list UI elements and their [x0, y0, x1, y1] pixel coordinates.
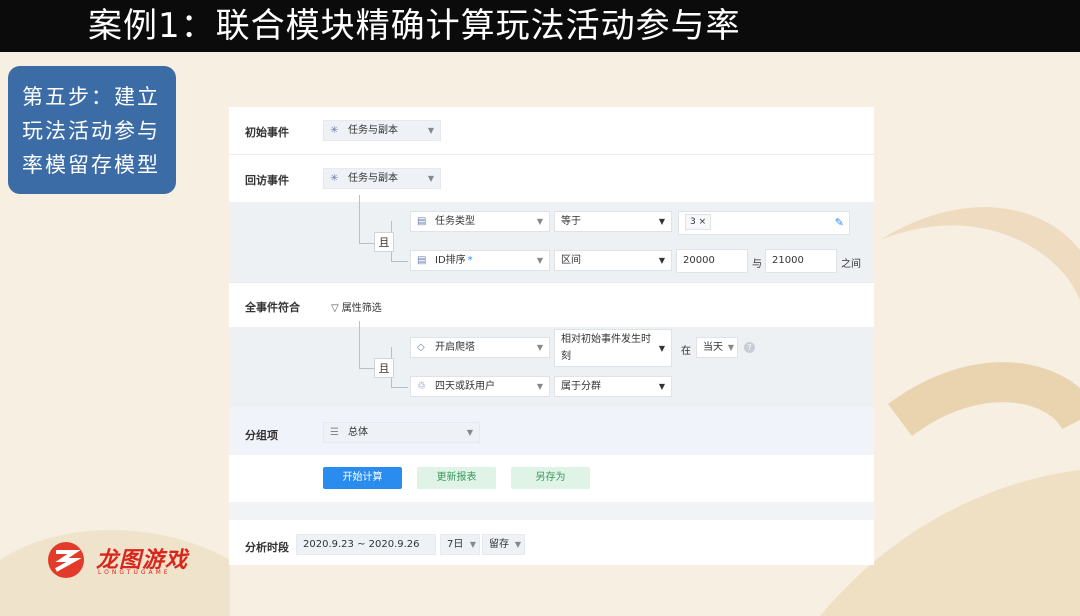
return-event-select[interactable]: ✳ 任务与副本 ▼: [323, 168, 441, 189]
divider: [229, 154, 874, 155]
property-icon: ▤: [417, 255, 427, 266]
window-value: 7日: [447, 539, 464, 550]
range-and-text: 与: [752, 259, 762, 270]
time-relation-select[interactable]: 相对初始事件发生时 刻 ▼: [554, 329, 672, 367]
date-range-picker[interactable]: 2020.9.23 ~ 2020.9.26: [296, 534, 436, 555]
range-to-value: 21000: [772, 255, 804, 266]
range-from-value: 20000: [683, 255, 715, 266]
chevron-down-icon: ▼: [536, 256, 543, 265]
click-icon: ✳: [330, 173, 339, 184]
separator-band: [229, 502, 874, 520]
condition-operator-value: 区间: [561, 255, 581, 266]
condition-field-value: 开启爬塔: [435, 342, 475, 353]
chevron-down-icon: ▼: [536, 217, 543, 226]
chevron-down-icon: ▼: [658, 382, 665, 391]
condition-field-value: 任务类型: [435, 216, 475, 227]
condition-operator-value: 等于: [561, 216, 581, 227]
company-logo: 龙图游戏 LONGTUGAME: [44, 540, 219, 580]
time-relation-line: 刻: [561, 351, 571, 362]
logic-and-toggle[interactable]: 且: [374, 358, 394, 378]
group-select[interactable]: ☰ 总体 ▼: [323, 422, 480, 443]
range-from-input[interactable]: 20000: [676, 249, 748, 273]
condition-field-select[interactable]: ♲ 四天或跃用户 ▼: [410, 376, 550, 397]
chevron-down-icon: ▼: [658, 256, 665, 265]
chevron-down-icon: ▼: [469, 540, 476, 549]
group-value: 总体: [348, 427, 368, 438]
help-icon[interactable]: ?: [744, 342, 755, 353]
condition-operator-select[interactable]: 属于分群 ▼: [554, 376, 672, 397]
at-text: 在: [681, 346, 691, 357]
property-filter-button[interactable]: ▽ 属性筛选: [331, 299, 382, 314]
date-range-value: 2020.9.23 ~ 2020.9.26: [303, 539, 420, 550]
type-value: 留存: [489, 539, 509, 550]
step-line: 率模留存模型: [22, 153, 160, 177]
step-line: 玩法活动参与: [22, 119, 160, 143]
tag-icon: ◇: [417, 342, 425, 353]
logic-and-toggle[interactable]: 且: [374, 232, 394, 252]
list-icon: ☰: [330, 427, 339, 438]
chevron-down-icon: ▼: [427, 126, 434, 135]
group-label: 分组项: [245, 429, 278, 442]
chevron-down-icon: ▼: [514, 540, 521, 549]
divider: [229, 282, 874, 283]
step-line: 第五步：建立: [22, 85, 160, 109]
return-event-value: 任务与副本: [348, 173, 398, 184]
condition-field-value: ID排序: [435, 255, 466, 266]
edit-icon[interactable]: ✎: [835, 213, 844, 232]
filter-icon: ▽: [331, 303, 339, 314]
save-as-button[interactable]: 另存为: [511, 467, 590, 489]
condition-field-select[interactable]: ◇ 开启爬塔 ▼: [410, 337, 550, 358]
time-window-value: 当天: [703, 342, 723, 353]
click-icon: ✳: [330, 125, 339, 136]
condition-operator-value: 属于分群: [561, 381, 601, 392]
range-suffix-text: 之间: [841, 259, 861, 270]
initial-event-value: 任务与副本: [348, 125, 398, 136]
condition-field-select[interactable]: ▤ 任务类型 ▼: [410, 211, 550, 232]
initial-event-label: 初始事件: [245, 126, 289, 139]
logo-mark-icon: [48, 542, 84, 578]
step-callout: 第五步：建立 玩法活动参与 率模留存模型: [8, 66, 176, 194]
initial-event-select[interactable]: ✳ 任务与副本 ▼: [323, 120, 441, 141]
chevron-down-icon: ▼: [466, 428, 473, 437]
window-select[interactable]: 7日 ▼: [440, 534, 480, 555]
all-events-label: 全事件符合: [245, 301, 300, 314]
chevron-down-icon: ▼: [727, 343, 734, 352]
start-calculation-button[interactable]: 开始计算: [323, 467, 402, 489]
chevron-down-icon: ▼: [658, 217, 665, 226]
period-label: 分析时段: [245, 541, 289, 554]
return-event-label: 回访事件: [245, 174, 289, 187]
chevron-down-icon: ▼: [427, 174, 434, 183]
required-mark: *: [467, 255, 473, 266]
range-to-input[interactable]: 21000: [765, 249, 837, 273]
condition-value-tags[interactable]: 3 × ✎: [678, 211, 850, 235]
property-filter-label: 属性筛选: [341, 303, 382, 314]
property-icon: ▤: [417, 216, 427, 227]
condition-field-select[interactable]: ▤ ID排序 * ▼: [410, 250, 550, 271]
time-relation-line: 相对初始事件发生时: [561, 334, 651, 345]
chevron-down-icon: ▼: [536, 343, 543, 352]
retention-form-panel: 初始事件 ✳ 任务与副本 ▼ 回访事件 ✳ 任务与副本 ▼ 且 ▤ 任务类型 ▼ 等于…: [229, 107, 874, 565]
condition-field-value: 四天或跃用户: [435, 381, 495, 392]
title-bar: 案例1：联合模块精确计算玩法活动参与率: [0, 0, 1080, 52]
users-icon: ♲: [417, 381, 426, 392]
condition-operator-select[interactable]: 等于 ▼: [554, 211, 672, 232]
page-title: 案例1：联合模块精确计算玩法活动参与率: [88, 6, 741, 46]
type-select[interactable]: 留存 ▼: [482, 534, 525, 555]
all-events-band: [229, 327, 874, 407]
chevron-down-icon: ▼: [536, 382, 543, 391]
update-report-button[interactable]: 更新报表: [417, 467, 496, 489]
time-window-select[interactable]: 当天 ▼: [696, 337, 738, 358]
chevron-down-icon: ▼: [658, 344, 665, 353]
condition-operator-select[interactable]: 区间 ▼: [554, 250, 672, 271]
logo-subtext: LONGTUGAME: [98, 569, 171, 576]
value-tag[interactable]: 3 ×: [685, 214, 712, 230]
